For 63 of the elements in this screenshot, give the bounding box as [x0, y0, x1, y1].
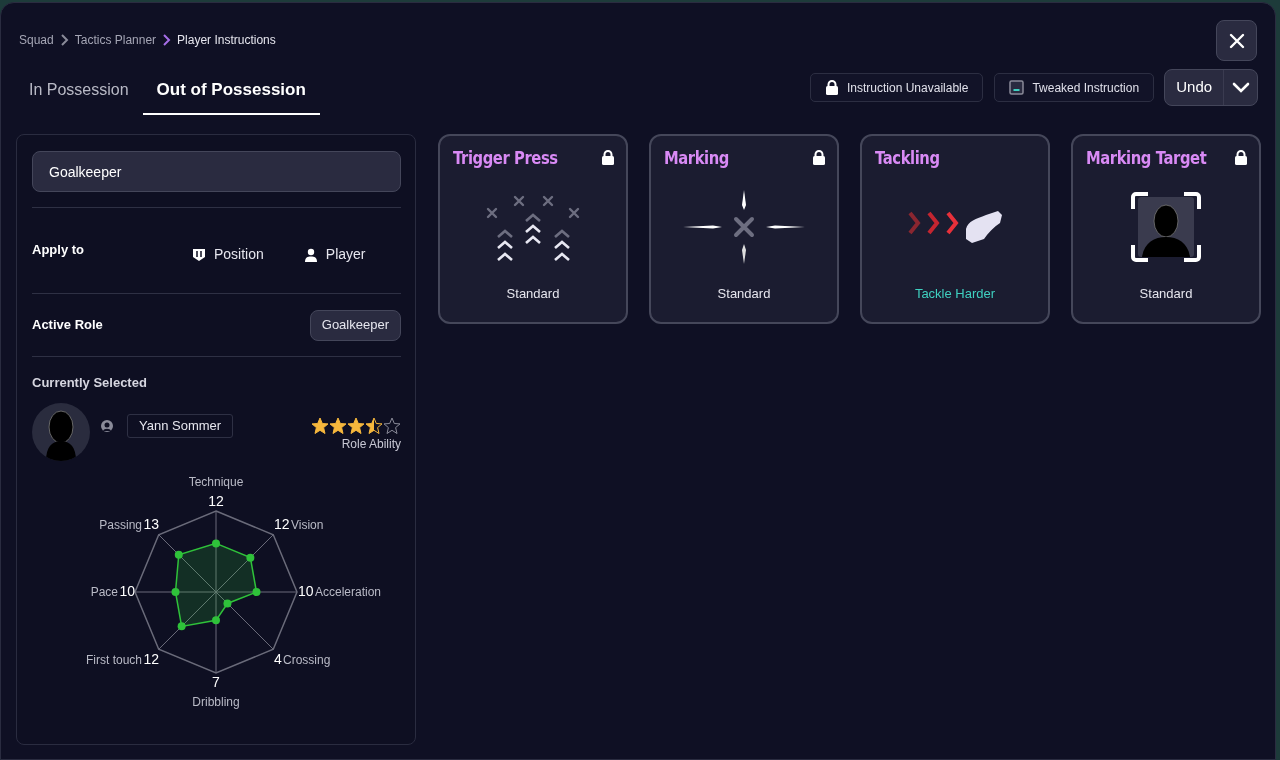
stat-label: Passing	[99, 518, 142, 532]
person-icon	[303, 247, 318, 262]
stat-label: Pace	[90, 585, 118, 599]
field-label: Apply to	[32, 241, 85, 259]
apply-option[interactable]: Position	[192, 244, 264, 265]
instruction-value: Standard	[1139, 284, 1193, 303]
stat-value: 7	[212, 674, 220, 690]
role-dropdown[interactable]: Goalkeeper	[309, 309, 401, 341]
player-name: Yann Sommer	[127, 413, 234, 438]
stat-label: Technique	[188, 475, 244, 489]
stat-label: Dribbling	[192, 695, 240, 709]
stat-value: 10	[119, 583, 135, 599]
target-player-icon	[1130, 190, 1202, 263]
stat-value: 12	[143, 651, 159, 667]
boot-icon	[906, 208, 1004, 245]
star-icon	[329, 416, 347, 435]
chevron-down-icon	[1231, 82, 1250, 93]
undo-button[interactable]: Undo	[1165, 70, 1224, 105]
section-heading: Currently Selected	[32, 374, 148, 392]
instruction-card[interactable]: Marking Target Standard	[1071, 134, 1261, 324]
position-field[interactable]: Goalkeeper	[32, 151, 401, 192]
stat-value: 13	[143, 516, 159, 532]
chevron-right-icon	[162, 34, 172, 46]
stat-value: 12	[208, 493, 224, 509]
shield-icon	[192, 247, 206, 262]
star-icon	[383, 416, 401, 435]
star-icon	[347, 416, 365, 435]
instruction-card[interactable]: Trigger Press Standard	[438, 134, 628, 324]
apply-option[interactable]: Player	[303, 244, 366, 265]
tab[interactable]: In Possession	[15, 67, 143, 115]
breadcrumb-link[interactable]: Squad	[19, 31, 54, 49]
instruction-value: Standard	[506, 284, 560, 303]
lock-icon	[825, 80, 839, 95]
stat-value: 4	[274, 651, 282, 667]
stat-value: 10	[298, 583, 314, 599]
tab[interactable]: Out of Possession	[142, 67, 320, 115]
legend-label: Instruction Unavailable	[847, 79, 969, 97]
chevron-right-icon	[59, 34, 69, 46]
person-icon	[101, 419, 113, 432]
close-icon	[1228, 32, 1245, 49]
instruction-card[interactable]: Tackling Tackle Harder	[860, 134, 1050, 324]
field-label: Active Role	[32, 316, 103, 335]
card-title: Marking Target	[1086, 146, 1207, 170]
stat-label: Acceleration	[315, 585, 382, 599]
card-title: Marking	[664, 146, 729, 170]
stat-value: 12	[274, 516, 290, 532]
avatar	[32, 402, 90, 461]
instruction-card[interactable]: Marking Standard	[649, 134, 839, 324]
breadcrumb-link[interactable]: Player Instructions	[177, 31, 276, 49]
stat-label: First touch	[86, 653, 142, 667]
star-icon	[365, 416, 383, 435]
card-title: Tackling	[875, 146, 940, 170]
instruction-value: Standard	[717, 284, 771, 303]
stat-label: Crossing	[283, 653, 331, 667]
rating-label: Role Ability	[341, 435, 401, 453]
instruction-value: Tackle Harder	[914, 284, 996, 303]
breadcrumb-link[interactable]: Tactics Planner	[74, 31, 157, 49]
star-icon	[311, 416, 329, 435]
legend-label: Tweaked Instruction	[1032, 79, 1140, 97]
card-title: Trigger Press	[453, 146, 558, 170]
close-button[interactable]	[1216, 20, 1257, 61]
tweaked-icon	[1009, 80, 1025, 95]
stat-label: Vision	[291, 518, 324, 532]
